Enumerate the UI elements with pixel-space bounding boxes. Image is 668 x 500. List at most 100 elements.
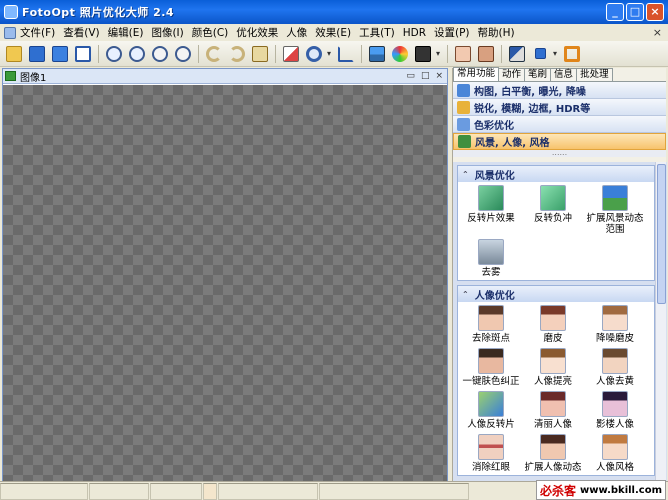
maximize-button[interactable]: □ <box>626 3 644 21</box>
undo-icon[interactable] <box>204 44 224 64</box>
function-item[interactable]: 扩展人像动态 <box>522 434 584 473</box>
frame-icon[interactable] <box>562 44 582 64</box>
status-cell <box>218 483 318 500</box>
status-cell <box>150 483 202 500</box>
tab-actions[interactable]: 动作 <box>498 68 526 81</box>
rotate-icon[interactable] <box>304 44 324 64</box>
resize-icon[interactable] <box>281 44 301 64</box>
history-icon[interactable] <box>250 44 270 64</box>
open-icon[interactable] <box>4 44 24 64</box>
menu-file[interactable]: 文件(F) <box>16 25 59 40</box>
image-canvas[interactable] <box>3 85 447 487</box>
tab-brush[interactable]: 笔刷 <box>524 68 552 81</box>
rotate-dropdown-icon[interactable]: ▾ <box>327 49 333 58</box>
function-label: 人像提亮 <box>533 376 572 387</box>
function-item[interactable]: 反转片效果 <box>460 185 522 235</box>
menu-hdr[interactable]: HDR <box>399 27 430 39</box>
toolbar-separator <box>501 44 502 63</box>
status-cell <box>319 483 469 500</box>
save-icon[interactable] <box>27 44 47 64</box>
document-menu-icon[interactable] <box>4 26 16 39</box>
toolbar-separator <box>361 44 362 63</box>
filmstrip-dropdown-icon[interactable]: ▾ <box>436 49 442 58</box>
fit-icon[interactable] <box>150 44 170 64</box>
color-wheel-icon[interactable] <box>390 44 410 64</box>
tab-common-functions[interactable]: 常用功能 <box>453 67 500 81</box>
function-item[interactable]: 反转负冲 <box>522 185 584 235</box>
function-item[interactable]: 一键肤色纠正 <box>460 348 522 387</box>
menu-view[interactable]: 查看(V) <box>59 25 103 40</box>
actual-size-icon[interactable] <box>173 44 193 64</box>
function-item[interactable]: 影楼人像 <box>584 391 646 430</box>
function-item[interactable]: 磨皮 <box>522 305 584 344</box>
portrait-a-icon[interactable] <box>453 44 473 64</box>
section-title: 风景优化 <box>474 170 515 182</box>
menu-close-icon[interactable]: × <box>653 26 662 39</box>
zoom-in-icon[interactable] <box>104 44 124 64</box>
save-small-icon[interactable] <box>530 44 550 64</box>
category-composition[interactable]: 构图, 白平衡, 曝光, 降噪 <box>453 82 666 99</box>
close-button[interactable]: × <box>646 3 664 21</box>
menu-optimize[interactable]: 优化效果 <box>232 25 282 40</box>
function-item[interactable]: 人像去黄 <box>584 348 646 387</box>
menu-effects[interactable]: 效果(E) <box>311 25 355 40</box>
maximize-doc-button[interactable]: □ <box>421 71 430 81</box>
save-as-icon[interactable] <box>50 44 70 64</box>
dehaze-icon <box>478 239 504 265</box>
save-dropdown-icon[interactable]: ▾ <box>553 49 559 58</box>
close-doc-button[interactable]: × <box>435 71 443 81</box>
menu-color[interactable]: 颜色(C) <box>188 25 233 40</box>
collapse-icon[interactable]: ⌃ <box>462 170 469 179</box>
minimize-button[interactable]: _ <box>606 3 624 21</box>
function-item[interactable]: 降噪磨皮 <box>584 305 646 344</box>
skin-smoothing-icon <box>540 305 566 331</box>
menu-help[interactable]: 帮助(H) <box>474 25 519 40</box>
section-header[interactable]: ⌃ 人像优化 <box>458 286 654 302</box>
denoise-smoothing-icon <box>602 305 628 331</box>
studio-portrait-icon <box>602 391 628 417</box>
collapse-icon[interactable]: ⌃ <box>462 290 469 299</box>
menu-portrait[interactable]: 人像 <box>282 25 311 40</box>
panel-scrollbar[interactable] <box>655 162 666 488</box>
filmstrip-icon[interactable] <box>413 44 433 64</box>
splitter-grip[interactable]: ...... <box>453 149 666 157</box>
menu-tools[interactable]: 工具(T) <box>355 25 399 40</box>
category-label: 锐化, 模糊, 边框, HDR等 <box>474 103 591 115</box>
window-icon[interactable] <box>73 44 93 64</box>
landscape-icon[interactable] <box>367 44 387 64</box>
function-label: 去雾 <box>481 267 501 278</box>
function-item[interactable]: 消除红眼 <box>460 434 522 473</box>
crop-icon[interactable] <box>336 44 356 64</box>
function-item[interactable]: 清丽人像 <box>522 391 584 430</box>
function-label: 一键肤色纠正 <box>462 376 520 387</box>
menu-edit[interactable]: 编辑(E) <box>104 25 148 40</box>
function-item[interactable]: 扩展风景动态范围 <box>584 185 646 235</box>
clear-portrait-icon <box>540 391 566 417</box>
menu-image[interactable]: 图像(I) <box>147 25 187 40</box>
function-item[interactable]: 去雾 <box>460 239 522 278</box>
function-item[interactable]: 去除斑点 <box>460 305 522 344</box>
window-title: FotoOpt 照片优化大师 2.4 <box>22 6 175 19</box>
portrait-dynamic-icon <box>540 434 566 460</box>
function-panel: 常用功能 动作 笔刷 信息 批处理 构图, 白平衡, 曝光, 降噪 锐化, 模糊… <box>452 67 667 488</box>
function-item[interactable]: 人像反转片 <box>460 391 522 430</box>
tab-batch[interactable]: 批处理 <box>576 68 613 81</box>
red-eye-icon <box>478 434 504 460</box>
landscape-icon <box>458 135 471 148</box>
zoom-out-icon[interactable] <box>127 44 147 64</box>
function-label: 扩展人像动态 <box>524 462 582 473</box>
image-icon <box>5 71 16 81</box>
section-header[interactable]: ⌃ 风景优化 <box>458 166 654 182</box>
function-item[interactable]: 人像风格 <box>584 434 646 473</box>
function-label: 人像去黄 <box>595 376 634 387</box>
portrait-b-icon[interactable] <box>476 44 496 64</box>
brush-icon[interactable] <box>507 44 527 64</box>
redo-icon[interactable] <box>227 44 247 64</box>
scrollbar-thumb[interactable] <box>657 164 666 304</box>
category-sharpen[interactable]: 锐化, 模糊, 边框, HDR等 <box>453 99 666 116</box>
restore-doc-button[interactable]: ▭ <box>406 71 415 81</box>
tab-info[interactable]: 信息 <box>550 68 578 81</box>
menu-settings[interactable]: 设置(P) <box>430 25 474 40</box>
category-color[interactable]: 色彩优化 <box>453 116 666 133</box>
function-item[interactable]: 人像提亮 <box>522 348 584 387</box>
